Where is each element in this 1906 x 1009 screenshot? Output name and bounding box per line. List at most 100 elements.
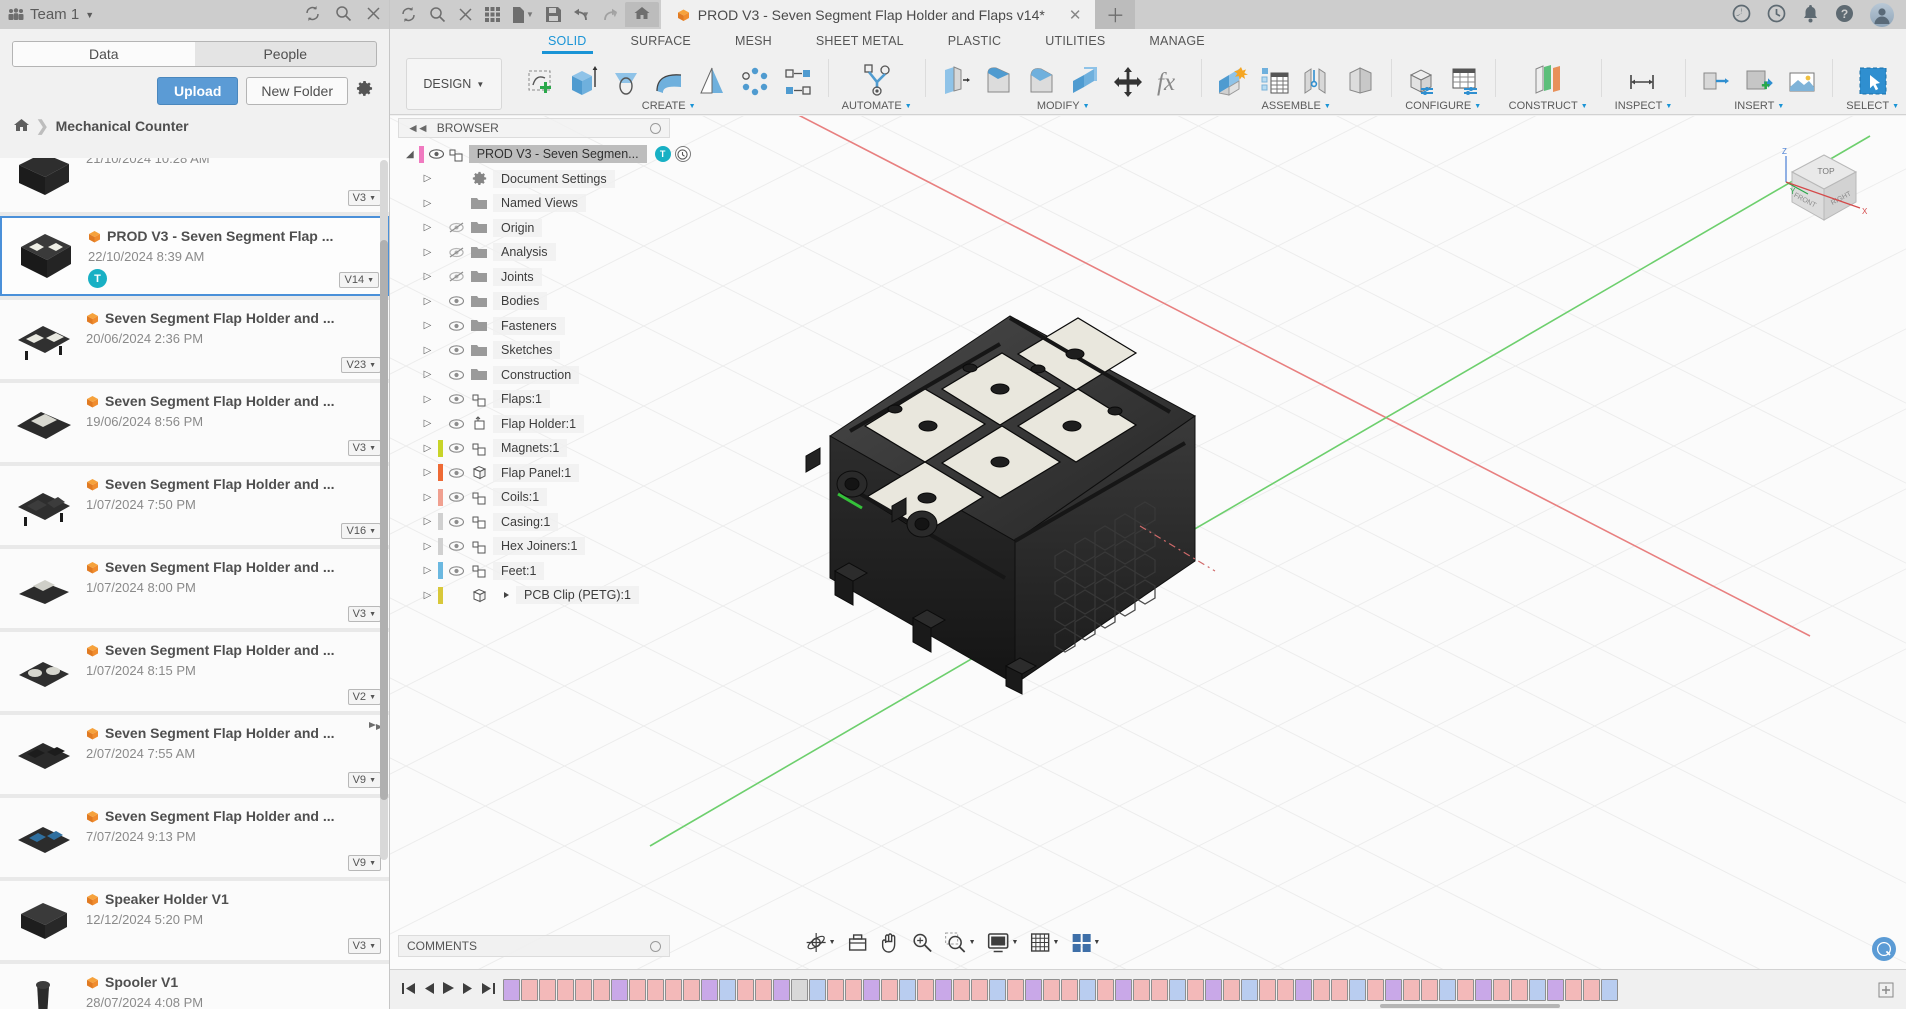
new-file-icon[interactable]: ▼ — [512, 6, 534, 23]
timeline-feature[interactable] — [1115, 978, 1132, 1001]
expand-arrow-icon[interactable]: ▷ — [422, 198, 433, 209]
automated-modeling-icon[interactable] — [855, 61, 899, 97]
version-badge[interactable]: V9 ▼ — [347, 855, 381, 871]
visibility-eye-icon[interactable] — [448, 296, 465, 307]
pattern-icon[interactable] — [738, 61, 772, 97]
timeline-feature[interactable] — [1043, 978, 1060, 1001]
joint-icon[interactable] — [1301, 61, 1335, 97]
timeline-feature[interactable] — [1421, 978, 1438, 1001]
create-sketch-icon[interactable] — [523, 61, 557, 97]
document-tab[interactable]: PROD V3 - Seven Segment Flap Holder and … — [660, 0, 1096, 29]
new-folder-button[interactable]: New Folder — [246, 77, 348, 105]
tree-node-feet[interactable]: ▷ Feet:1 — [398, 559, 688, 584]
help-icon[interactable]: ? — [1835, 4, 1854, 26]
version-badge[interactable]: V3 ▼ — [347, 440, 381, 456]
list-item[interactable]: Seven Segment Flap Holder and ... 19/06/… — [0, 383, 389, 462]
timeline-feature[interactable] — [755, 978, 772, 1001]
grid-snap-icon[interactable]: ▼ — [1030, 932, 1059, 953]
chevron-down-icon[interactable]: ▼ — [1474, 103, 1481, 110]
timeline-feature[interactable] — [1547, 978, 1564, 1001]
timeline-scrollbar[interactable] — [1380, 1004, 1560, 1008]
visibility-eye-hidden-icon[interactable] — [448, 222, 465, 233]
expand-arrow-icon[interactable]: ▷ — [422, 247, 433, 258]
timeline-feature[interactable] — [503, 978, 520, 1001]
list-item[interactable]: Seven Segment Flap Holder and ... 1/07/2… — [0, 632, 389, 711]
timeline-feature[interactable] — [809, 978, 826, 1001]
expand-arrow-icon[interactable]: ▷ — [422, 222, 433, 233]
visibility-eye-icon[interactable] — [448, 394, 465, 405]
as-built-joint-icon[interactable] — [1344, 61, 1378, 97]
refresh-icon[interactable] — [304, 5, 321, 25]
timeline-feature[interactable] — [1313, 978, 1330, 1001]
timeline-feature[interactable] — [1457, 978, 1474, 1001]
visibility-eye-icon[interactable] — [448, 345, 465, 356]
timeline-feature[interactable] — [1223, 978, 1240, 1001]
visibility-eye-icon[interactable] — [448, 418, 465, 429]
timeline-feature[interactable] — [1097, 978, 1114, 1001]
expand-arrow-icon[interactable]: ▷ — [422, 394, 433, 405]
visibility-eye-icon[interactable] — [448, 467, 465, 478]
expand-arrow-icon[interactable]: ▷ — [422, 173, 433, 184]
timeline-feature[interactable] — [701, 978, 718, 1001]
expand-arrow-icon[interactable]: ▷ — [422, 345, 433, 356]
timeline-feature[interactable] — [557, 978, 574, 1001]
chevron-down-icon[interactable]: ▼ — [905, 103, 912, 110]
team-selector[interactable]: Team 1 ▼ — [8, 6, 94, 23]
play-icon[interactable] — [442, 981, 455, 998]
timeline-feature[interactable] — [1529, 978, 1546, 1001]
expand-arrow-icon[interactable]: ◢ — [406, 149, 414, 160]
expand-arrow-icon[interactable]: ▷ — [422, 467, 433, 478]
timeline-feature[interactable] — [989, 978, 1006, 1001]
timeline-feature[interactable] — [683, 978, 700, 1001]
expand-arrow-icon[interactable]: ▷ — [422, 443, 433, 454]
visibility-eye-hidden-icon[interactable] — [448, 247, 465, 258]
timeline-feature[interactable] — [773, 978, 790, 1001]
timeline-end-marker[interactable] — [1866, 982, 1906, 998]
version-badge[interactable]: V9 ▼ — [347, 772, 381, 788]
configure-table-icon[interactable] — [1448, 61, 1482, 97]
sweep-icon[interactable] — [652, 61, 686, 97]
tab-utilities[interactable]: UTILITIES — [1023, 29, 1127, 52]
chamfer-icon[interactable] — [1025, 61, 1059, 97]
tab-mesh[interactable]: MESH — [713, 29, 794, 52]
root-owner-badge[interactable]: T — [654, 146, 671, 163]
tree-node-document-settings[interactable]: ▷ Document Settings — [398, 167, 688, 192]
timeline-feature[interactable] — [575, 978, 592, 1001]
help-assistant-icon[interactable] — [1872, 937, 1896, 961]
new-tab-button[interactable]: ＋ — [1095, 0, 1136, 29]
version-badge[interactable]: V23 ▼ — [341, 357, 381, 373]
press-pull-icon[interactable] — [939, 61, 973, 97]
bom-icon[interactable] — [1258, 61, 1292, 97]
close-icon[interactable] — [458, 7, 473, 22]
list-item[interactable]: Seven Segment Flap Holder and ... 20/06/… — [0, 300, 389, 379]
list-item[interactable]: Spooler V1 28/07/2024 4:08 PM V10 ▼ — [0, 964, 389, 1009]
timeline-feature[interactable] — [647, 978, 664, 1001]
tree-node-flaps[interactable]: ▷ Flaps:1 — [398, 387, 688, 412]
list-item[interactable]: Seven Segment Flap Holder and ... 2/07/2… — [0, 715, 389, 794]
timeline-feature[interactable] — [1205, 978, 1222, 1001]
tab-people[interactable]: People — [195, 42, 377, 66]
timeline-feature[interactable] — [665, 978, 682, 1001]
timeline-track[interactable] — [503, 977, 1866, 1003]
timeline-feature[interactable] — [1601, 978, 1618, 1001]
timeline-feature[interactable] — [827, 978, 844, 1001]
expand-arrow-icon[interactable]: ▷ — [422, 590, 433, 601]
timeline-feature[interactable] — [719, 978, 736, 1001]
tree-node-sketches[interactable]: ▷ Sketches — [398, 338, 688, 363]
timeline-feature[interactable] — [1475, 978, 1492, 1001]
timeline-feature[interactable] — [1367, 978, 1384, 1001]
timeline-feature[interactable] — [863, 978, 880, 1001]
timeline-feature[interactable] — [1079, 978, 1096, 1001]
file-list-scrollbar[interactable] — [380, 160, 388, 860]
expand-arrow-icon[interactable]: ▷ — [422, 320, 433, 331]
view-cube[interactable]: TOP FRONT RIGHT Z Y X — [1778, 142, 1870, 234]
search-icon[interactable] — [429, 6, 446, 23]
offset-plane-icon[interactable] — [1531, 61, 1565, 97]
timeline-feature[interactable] — [1295, 978, 1312, 1001]
chevron-down-icon[interactable]: ▼ — [1892, 103, 1899, 110]
timeline-feature[interactable] — [917, 978, 934, 1001]
workspace-selector[interactable]: DESIGN ▼ — [406, 58, 502, 110]
chevron-down-icon[interactable]: ▼ — [1581, 103, 1588, 110]
insert-derive-icon[interactable] — [1699, 61, 1733, 97]
breadcrumb-folder[interactable]: Mechanical Counter — [56, 118, 189, 134]
